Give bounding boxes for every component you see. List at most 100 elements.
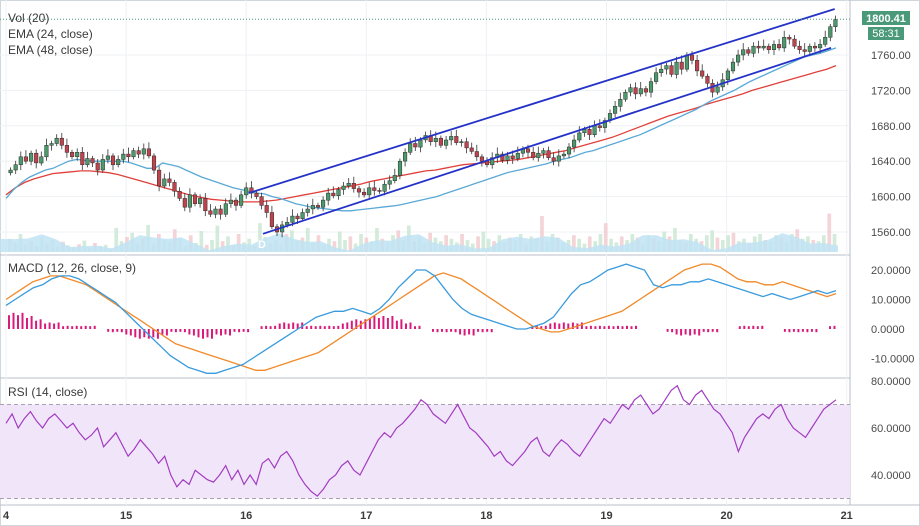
candle-body (541, 150, 546, 154)
candle-body (572, 139, 577, 148)
macd-histogram-bar (233, 329, 236, 332)
candle-body (587, 129, 592, 135)
candle-body (561, 153, 566, 157)
candle-body (141, 148, 146, 155)
candle-body (474, 151, 479, 158)
candle-body (331, 192, 336, 197)
macd-histogram-bar (93, 325, 96, 329)
macd-histogram-bar (292, 322, 295, 329)
candle-body (751, 45, 756, 54)
macd-histogram-bar (409, 322, 412, 329)
macd-histogram-bar (626, 325, 628, 329)
macd-histogram-bar (693, 329, 696, 335)
candle-body (818, 44, 823, 49)
macd-histogram-bar (432, 329, 434, 332)
candle-body (413, 143, 418, 148)
macd-histogram-bar (260, 326, 263, 329)
candle-body (49, 143, 54, 146)
candle-body (315, 205, 321, 208)
time-tick-label: 4 (3, 510, 10, 522)
macd-histogram-bar (192, 329, 195, 336)
candle-body (341, 185, 346, 190)
macd-histogram-bar (75, 325, 78, 329)
price-tick-label: 1720.00 (871, 85, 911, 97)
macd-histogram-bar (319, 325, 322, 329)
candle-body (59, 137, 64, 146)
macd-histogram-bar (215, 329, 218, 335)
candle-body (408, 143, 413, 153)
candle-body (654, 72, 659, 82)
candle-body (469, 147, 474, 152)
macd-histogram-bar (71, 326, 74, 329)
macd-histogram-bar (418, 325, 421, 329)
candle-body (290, 215, 295, 223)
candle-body (321, 199, 326, 208)
macd-histogram-bar (829, 326, 831, 329)
macd-histogram-bar (274, 325, 277, 329)
macd-histogram-bar (617, 325, 619, 329)
candle-body (674, 61, 679, 75)
candle-body (792, 38, 797, 47)
candle-body (464, 141, 469, 149)
candle-body (648, 81, 654, 93)
candle-body (546, 150, 551, 158)
candle-body (85, 158, 90, 165)
macd-histogram-bar (125, 329, 128, 335)
legend-rsi: RSI (14, close) (8, 385, 87, 399)
candle-body (367, 187, 372, 196)
candle-body (305, 208, 310, 213)
macd-histogram-bar (174, 329, 177, 333)
candle-body (515, 152, 520, 159)
countdown-badge: 58:31 (872, 28, 900, 40)
candle-body (80, 152, 85, 165)
candle-body (715, 86, 720, 93)
macd-histogram-bar (391, 316, 394, 329)
candle-body (828, 26, 833, 38)
candle-body (695, 60, 700, 72)
macd-histogram-bar (224, 329, 227, 335)
macd-histogram-bar (107, 329, 110, 332)
candle-body (700, 70, 705, 77)
macd-histogram-bar (238, 329, 241, 333)
macd-histogram-bar (752, 325, 755, 329)
rsi-tick-label: 60.0000 (871, 423, 911, 435)
candle-body (105, 155, 110, 160)
macd-histogram-bar (202, 329, 204, 339)
candle-body (223, 203, 228, 215)
macd-tick-label: 10.0000 (871, 295, 911, 307)
candle-body (577, 132, 582, 141)
candle-body (100, 159, 105, 171)
candle-body (254, 192, 259, 197)
macd-histogram-bar (44, 323, 47, 329)
macd-histogram-bar (287, 323, 290, 329)
candle-body (39, 156, 44, 164)
macd-histogram-bar (630, 326, 633, 329)
candle-body (812, 45, 818, 49)
macd-histogram-bar (337, 325, 340, 329)
macd-histogram-bar (468, 329, 471, 335)
candle-body (782, 37, 787, 49)
candle-body (397, 160, 403, 176)
candle-body (438, 137, 443, 146)
macd-histogram-bar (89, 326, 92, 329)
time-tick-label: 19 (600, 510, 612, 522)
macd-histogram-bar (486, 329, 489, 332)
candle-body (479, 156, 484, 162)
macd-histogram-bar (350, 320, 353, 329)
price-tick-label: 1680.00 (871, 121, 911, 133)
macd-histogram-bar (711, 329, 714, 332)
macd-histogram-bar (53, 323, 56, 329)
candle-body (346, 183, 351, 187)
macd-histogram-bar (17, 315, 19, 329)
macd-histogram-bar (707, 329, 710, 333)
macd-histogram-bar (278, 323, 281, 329)
macd-histogram-bar (111, 329, 114, 333)
candle-body (746, 49, 751, 54)
macd-histogram-bar (797, 329, 800, 333)
time-tick-label: 18 (480, 510, 492, 522)
candle-body (592, 125, 597, 135)
candle-body (233, 199, 239, 206)
candle-body (29, 152, 34, 162)
macd-histogram-bar (30, 316, 33, 329)
candle-body (90, 158, 95, 164)
